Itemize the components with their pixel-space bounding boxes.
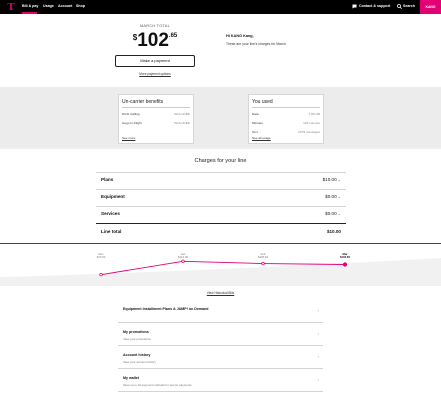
list-item-title: Equipment Installment Plans & JUMP! on D…: [123, 307, 209, 311]
benefits-card: Un-carrier benefits Wi-Fi Calling INCLUD…: [118, 94, 194, 144]
list-item-account-history[interactable]: Account history View your account histor…: [118, 347, 323, 369]
greeting: Hi KANG Kang,: [226, 34, 254, 38]
total-currency: $: [132, 33, 138, 42]
view-historical-bills-link[interactable]: View Historical Bills: [0, 291, 441, 295]
benefit-value: INCLUDED: [174, 112, 190, 116]
usage-value: 1.86 GB: [308, 112, 320, 116]
list-item-wallet[interactable]: My wallet Save up to 10 payment methods …: [118, 370, 323, 392]
list-item-promotions[interactable]: My promotions View your promotions ›: [118, 324, 323, 346]
benefits-usage-band: [0, 87, 441, 149]
benefit-value: INCLUDED: [174, 121, 190, 125]
usage-label: Data: [252, 112, 259, 116]
usage-label: Text: [252, 130, 258, 134]
chart-amount-label: $113.00: [178, 255, 188, 260]
total-dollars: 102: [137, 30, 169, 51]
make-payment-button[interactable]: Make a payment: [115, 55, 195, 67]
divider: [122, 107, 190, 108]
chart-amount-label: $105.63: [257, 255, 269, 260]
nav-active-indicator: [22, 12, 37, 14]
charge-amount: $10.00: [322, 177, 337, 182]
chevron-down-icon[interactable]: ⌄: [338, 194, 341, 199]
total-label: MARCH TOTAL: [139, 24, 171, 28]
chevron-right-icon: ›: [317, 331, 319, 336]
list-item-subtitle: Save up to 10 payment methods for secure…: [123, 383, 192, 387]
charge-amount: $0.00: [325, 194, 337, 199]
greeting-message: These are your line's charges for March.: [226, 42, 287, 46]
chart-label-dec[interactable]: Dec $70.00: [90, 252, 112, 260]
line-total-label: Line total: [101, 229, 122, 234]
chart-label-mar[interactable]: Mar $102.65: [334, 252, 356, 260]
bill-history-chart: [0, 258, 441, 286]
usage-value: 2079 messages: [298, 130, 320, 134]
charge-row-equipment[interactable]: Equipment $0.00⌄: [96, 189, 346, 206]
benefit-label: Gogo In-Flight: [122, 121, 142, 125]
charge-amount: $0.00: [325, 211, 337, 216]
see-all-usage-link[interactable]: See all usage: [252, 136, 271, 140]
top-nav: T Bill & pay Usage Account Shop Contact …: [0, 0, 441, 14]
chart-label-jan[interactable]: Jan $113.00: [172, 252, 194, 260]
chart-point-jan[interactable]: [181, 259, 185, 263]
benefit-label: Wi-Fi Calling: [122, 112, 140, 116]
usage-title: You used: [252, 99, 273, 105]
total-cents: .65: [168, 33, 178, 39]
chevron-down-icon[interactable]: ⌄: [338, 211, 341, 216]
chart-point-dec[interactable]: [99, 273, 103, 277]
charge-label: Equipment: [101, 194, 125, 199]
charge-label: Services: [101, 211, 120, 216]
charge-row-plans[interactable]: Plans $10.00⌄: [96, 172, 346, 189]
more-payment-options-link[interactable]: More payment options: [115, 72, 195, 76]
charge-value: $0.00⌄: [325, 194, 341, 199]
list-item-equipment-plans[interactable]: Equipment Installment Plans & JUMP! on D…: [118, 301, 323, 323]
chevron-right-icon: ›: [317, 308, 319, 313]
chevron-right-icon: ›: [317, 354, 319, 359]
benefits-title: Un-carrier benefits: [122, 99, 164, 105]
benefits-see-more-link[interactable]: See more: [122, 136, 135, 140]
chart-amount-label: $70.00: [96, 255, 106, 260]
charge-value: $10.00⌄: [323, 177, 341, 182]
nav-account[interactable]: Account: [58, 4, 72, 8]
charges-title: Charges for your line: [194, 158, 247, 164]
chart-point-mar[interactable]: [342, 262, 348, 267]
charge-label: Plans: [101, 177, 114, 182]
total-amount: $102.65: [115, 31, 195, 51]
usage-label: Minutes: [252, 121, 263, 125]
usage-value: 126 minutes: [303, 121, 320, 125]
charge-row-services[interactable]: Services $0.00⌄: [96, 206, 346, 223]
chart-label-feb[interactable]: Feb $105.63: [252, 252, 274, 260]
line-total-value: $10.00: [326, 229, 341, 234]
chart-amount-label: $102.65: [339, 255, 351, 260]
chat-icon[interactable]: [352, 4, 357, 10]
nav-contact-support[interactable]: Contact & support: [359, 4, 390, 8]
nav-shop[interactable]: Shop: [76, 4, 85, 8]
t-mobile-logo-icon[interactable]: T: [6, 2, 16, 13]
chart-point-feb[interactable]: [261, 261, 265, 266]
search-icon[interactable]: [397, 4, 403, 10]
chevron-down-icon[interactable]: ⌄: [338, 177, 341, 182]
divider: [252, 107, 320, 108]
usage-card: You used Data 1.86 GB Minutes 126 minute…: [248, 94, 324, 144]
list-item-subtitle: View your promotions: [123, 337, 151, 341]
charge-value: $0.00⌄: [325, 211, 341, 216]
list-item-title: My wallet: [123, 376, 139, 380]
account-button[interactable]: KANG: [420, 0, 441, 14]
nav-search[interactable]: Search: [403, 4, 415, 8]
line-total-row: Line total $10.00: [96, 224, 346, 241]
nav-bill-pay[interactable]: Bill & pay: [22, 4, 38, 8]
list-item-subtitle: View your account history: [123, 360, 156, 364]
nav-usage[interactable]: Usage: [43, 4, 54, 8]
list-item-title: My promotions: [123, 330, 149, 334]
chevron-right-icon: ›: [317, 377, 319, 382]
list-item-title: Account history: [123, 353, 151, 357]
